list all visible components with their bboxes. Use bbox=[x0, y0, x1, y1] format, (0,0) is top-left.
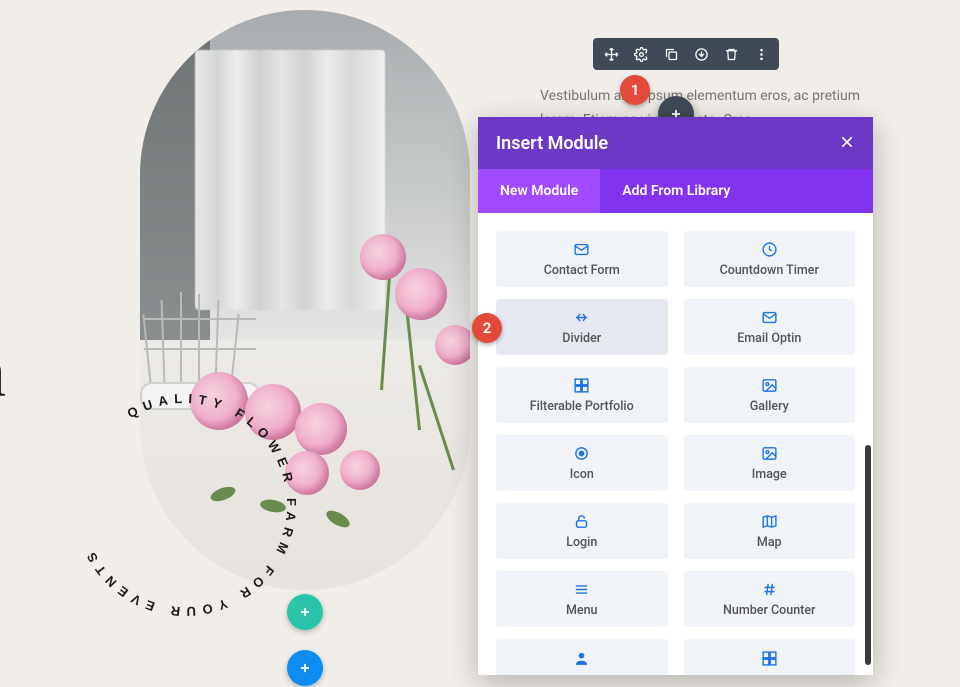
module-card-grid[interactable] bbox=[684, 639, 856, 675]
module-card-icon[interactable]: Icon bbox=[496, 435, 668, 491]
module-card-filterable-portfolio[interactable]: Filterable Portfolio bbox=[496, 367, 668, 423]
mail-icon bbox=[761, 309, 778, 327]
menu-icon bbox=[573, 581, 590, 599]
module-card-image[interactable]: Image bbox=[684, 435, 856, 491]
module-card-person[interactable] bbox=[496, 639, 668, 675]
tab-add-from-library[interactable]: Add From Library bbox=[600, 169, 752, 213]
module-card-menu[interactable]: Menu bbox=[496, 571, 668, 627]
map-icon bbox=[761, 513, 778, 531]
step-annotation-1: 1 bbox=[620, 75, 650, 105]
more-icon[interactable] bbox=[751, 44, 771, 64]
module-card-label: Number Counter bbox=[723, 603, 815, 618]
close-icon bbox=[839, 138, 855, 153]
module-card-label: Filterable Portfolio bbox=[530, 399, 634, 414]
scrollbar-thumb[interactable] bbox=[865, 445, 871, 665]
module-card-countdown-timer[interactable]: Countdown Timer bbox=[684, 231, 856, 287]
module-card-contact-form[interactable]: Contact Form bbox=[496, 231, 668, 287]
module-card-login[interactable]: Login bbox=[496, 503, 668, 559]
modal-header: Insert Module bbox=[478, 117, 873, 169]
duplicate-icon[interactable] bbox=[661, 44, 681, 64]
clock-icon bbox=[761, 241, 778, 259]
module-card-label: Login bbox=[566, 535, 597, 550]
lock-icon bbox=[573, 513, 590, 531]
module-card-label: Image bbox=[752, 467, 787, 482]
trash-icon[interactable] bbox=[721, 44, 741, 64]
module-card-label: Gallery bbox=[750, 399, 789, 414]
tab-new-module[interactable]: New Module bbox=[478, 169, 600, 213]
module-card-label: Countdown Timer bbox=[720, 263, 819, 278]
gear-icon[interactable] bbox=[631, 44, 651, 64]
image-icon bbox=[761, 377, 778, 395]
module-card-label: Icon bbox=[570, 467, 594, 482]
heading-line-1: ir bbox=[0, 160, 6, 275]
person-icon bbox=[573, 649, 590, 667]
grid-icon bbox=[761, 649, 778, 667]
module-card-label: Map bbox=[757, 535, 782, 550]
step-annotation-2: 2 bbox=[472, 313, 502, 343]
hash-icon bbox=[761, 581, 778, 599]
module-card-gallery[interactable]: Gallery bbox=[684, 367, 856, 423]
module-card-label: Email Optin bbox=[737, 331, 801, 346]
close-button[interactable] bbox=[839, 134, 855, 153]
move-icon[interactable] bbox=[601, 44, 621, 64]
mail-icon bbox=[573, 241, 590, 259]
save-icon[interactable] bbox=[691, 44, 711, 64]
module-card-number-counter[interactable]: Number Counter bbox=[684, 571, 856, 627]
image-icon bbox=[761, 445, 778, 463]
module-card-map[interactable]: Map bbox=[684, 503, 856, 559]
grid-icon bbox=[573, 377, 590, 395]
divider-icon bbox=[573, 309, 590, 327]
add-module-button[interactable] bbox=[287, 594, 323, 630]
modal-body: Contact Form Countdown Timer Divider Email … bbox=[478, 213, 873, 675]
modal-title: Insert Module bbox=[496, 133, 608, 154]
heading-line-2: in bbox=[0, 315, 6, 430]
module-card-label: Contact Form bbox=[544, 263, 620, 278]
module-toolbar bbox=[593, 38, 779, 70]
modal-tabs: New Module Add From Library bbox=[478, 169, 873, 213]
module-card-label: Menu bbox=[566, 603, 598, 618]
insert-module-modal: Insert Module New Module Add From Librar… bbox=[478, 117, 873, 675]
module-card-email-optin[interactable]: Email Optin bbox=[684, 299, 856, 355]
module-card-divider[interactable]: Divider bbox=[496, 299, 668, 355]
add-row-button[interactable] bbox=[287, 650, 323, 686]
hero-image bbox=[140, 10, 470, 590]
circle-icon bbox=[573, 445, 590, 463]
module-card-label: Divider bbox=[562, 331, 601, 346]
page-heading-fragment: ir in bbox=[0, 160, 6, 430]
